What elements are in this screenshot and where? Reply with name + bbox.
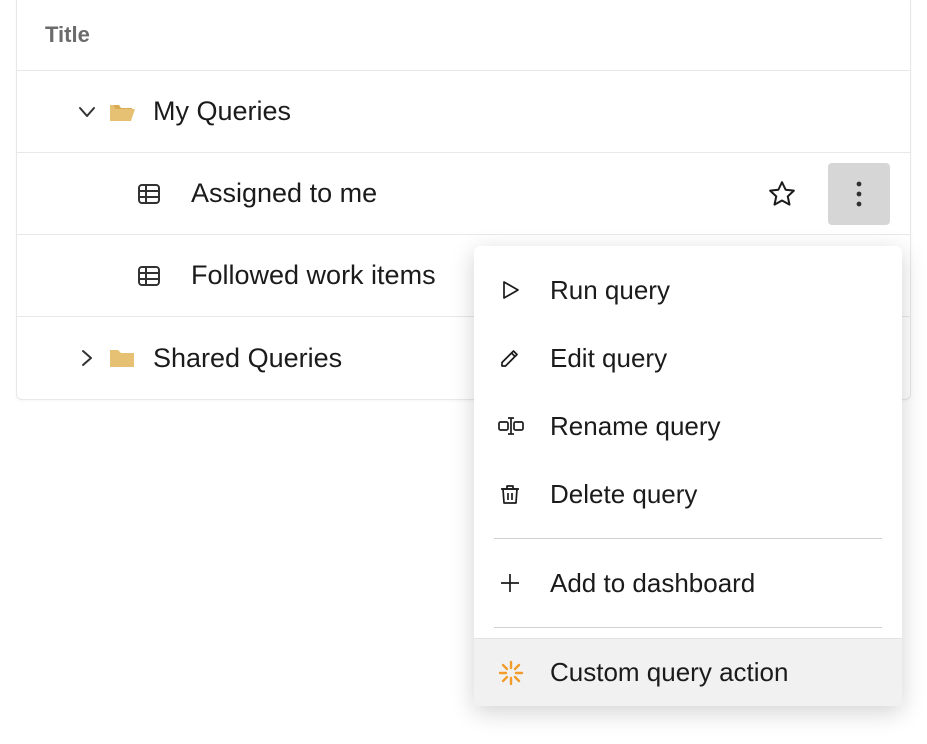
query-list-icon <box>137 264 161 288</box>
play-icon <box>498 278 522 302</box>
menu-item-edit-query[interactable]: Edit query <box>474 324 902 392</box>
star-outline-icon <box>767 179 797 209</box>
menu-item-label: Custom query action <box>550 657 788 688</box>
menu-item-rename-query[interactable]: Rename query <box>474 392 902 460</box>
menu-item-label: Delete query <box>550 479 697 510</box>
menu-item-run-query[interactable]: Run query <box>474 256 902 324</box>
menu-item-label: Rename query <box>550 411 721 442</box>
query-label: Assigned to me <box>191 178 760 209</box>
menu-item-custom-query-action[interactable]: Custom query action <box>474 638 902 706</box>
expand-toggle[interactable] <box>65 100 109 124</box>
column-header-row: Title <box>17 0 910 71</box>
query-list-icon <box>137 182 161 206</box>
context-menu: Run query Edit query Rename query <box>474 246 902 706</box>
more-actions-button[interactable] <box>828 163 890 225</box>
folder-label: My Queries <box>153 96 894 127</box>
more-vertical-icon <box>856 180 862 208</box>
favorite-button[interactable] <box>760 172 804 216</box>
tree-folder-my-queries[interactable]: My Queries <box>17 71 910 153</box>
tree-item-assigned-to-me[interactable]: Assigned to me <box>17 153 910 235</box>
trash-icon <box>498 482 522 506</box>
column-title: Title <box>45 22 90 48</box>
burst-icon <box>498 660 524 686</box>
chevron-down-icon <box>75 100 99 124</box>
folder-icon <box>109 347 135 369</box>
menu-item-add-to-dashboard[interactable]: Add to dashboard <box>474 549 902 617</box>
menu-separator <box>494 627 882 628</box>
menu-item-label: Add to dashboard <box>550 568 755 599</box>
menu-separator <box>494 538 882 539</box>
menu-item-label: Edit query <box>550 343 667 374</box>
plus-icon <box>498 571 522 595</box>
menu-item-label: Run query <box>550 275 670 306</box>
expand-toggle[interactable] <box>65 346 109 370</box>
pencil-icon <box>498 346 522 370</box>
chevron-right-icon <box>75 346 99 370</box>
menu-item-delete-query[interactable]: Delete query <box>474 460 902 528</box>
rename-icon <box>498 414 524 438</box>
folder-open-icon <box>109 101 135 123</box>
